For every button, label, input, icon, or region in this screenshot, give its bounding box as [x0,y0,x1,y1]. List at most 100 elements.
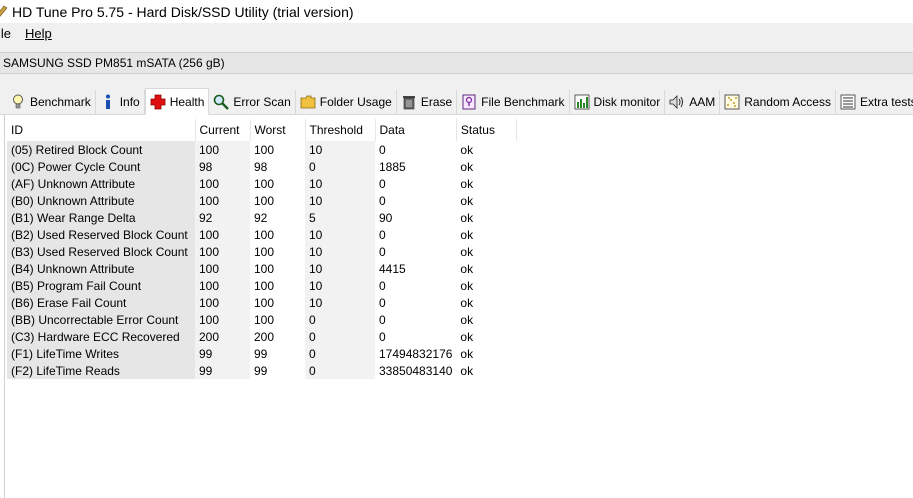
cell-threshold: 5 [305,209,375,226]
cell-id: (B6) Erase Fail Count [7,294,195,311]
cell-threshold: 0 [305,328,375,345]
cell-data: 0 [375,192,457,209]
cell-status: ok [456,328,517,345]
cell-id: (BB) Uncorrectable Error Count [7,311,195,328]
smart-table: ID Current Worst Threshold Data Status (… [7,119,517,379]
cell-data: 0 [375,294,457,311]
tab-label: File Benchmark [481,95,565,109]
table-row[interactable]: (AF) Unknown Attribute 100 100 10 0 ok [7,175,517,192]
table-row[interactable]: (B3) Used Reserved Block Count 100 100 10 0 o… [7,243,517,260]
tab-label: Benchmark [30,95,91,109]
title-bar: HD Tune Pro 5.75 - Hard Disk/SSD Utility… [0,0,913,23]
tab-label: Info [119,95,140,109]
table-row[interactable]: (B1) Wear Range Delta 92 92 5 90 ok [7,209,517,226]
speaker-icon [669,94,685,110]
cell-threshold: 10 [305,243,375,260]
info-icon [100,94,116,110]
tab-label: Disk monitor [593,95,661,109]
cell-worst: 100 [250,243,305,260]
menu-help[interactable]: Help [25,26,60,41]
tab-strip: Benchmark Info Health Error Scan Folder … [0,88,913,115]
tab-folder-usage[interactable]: Folder Usage [296,90,397,114]
tab-label: Erase [420,95,453,109]
menu-bar: ile Help [0,23,913,44]
column-header-current[interactable]: Current [195,119,251,141]
cell-data: 0 [375,175,457,192]
column-header-id[interactable]: ID [7,119,196,141]
cell-current: 100 [195,243,250,260]
tab-error-scan[interactable]: Error Scan [209,90,296,114]
tab-aam[interactable]: AAM [665,90,721,114]
cell-id: (F1) LifeTime Writes [7,345,195,362]
column-header-data[interactable]: Data [375,119,457,141]
cell-data: 4415 [375,260,457,277]
cell-id: (05) Retired Block Count [7,141,195,158]
table-row[interactable]: (B2) Used Reserved Block Count 100 100 10 0 o… [7,226,517,243]
column-header-threshold[interactable]: Threshold [305,119,376,141]
column-header-status[interactable]: Status [456,119,517,141]
cell-worst: 100 [250,192,305,209]
app-icon [0,4,8,20]
cell-current: 99 [195,362,250,379]
tab-health[interactable]: Health [144,88,210,115]
cell-data: 17494832176 [375,345,457,362]
table-row[interactable]: (BB) Uncorrectable Error Count 100 100 0 0 ok [7,311,517,328]
tab-label: Folder Usage [319,95,392,109]
magnifier-icon [213,94,230,110]
column-header-worst[interactable]: Worst [250,119,306,141]
cell-worst: 100 [250,175,305,192]
tab-info[interactable]: Info [96,90,145,114]
cell-data: 33850483140 [375,362,457,379]
cell-threshold: 10 [305,260,375,277]
cell-worst: 100 [250,277,305,294]
tab-label: AAM [689,95,716,109]
file-benchmark-icon [461,94,477,110]
cell-worst: 200 [250,328,305,345]
tab-extra-tests[interactable]: Extra tests [836,90,913,114]
table-row[interactable]: (0C) Power Cycle Count 98 98 0 1885 ok [7,158,517,175]
table-row[interactable]: (B5) Program Fail Count 100 100 10 0 ok [7,277,517,294]
cell-worst: 100 [250,226,305,243]
table-row[interactable]: (B0) Unknown Attribute 100 100 10 0 ok [7,192,517,209]
tab-label: Error Scan [233,95,291,109]
cell-id: (C3) Hardware ECC Recovered [7,328,195,345]
table-row[interactable]: (C3) Hardware ECC Recovered 200 200 0 0 ok [7,328,517,345]
bar-chart-icon [574,94,590,110]
menu-help-label: Help [25,26,52,41]
cell-worst: 100 [250,294,305,311]
cell-id: (B2) Used Reserved Block Count [7,226,195,243]
table-row[interactable]: (F1) LifeTime Writes 99 99 0 17494832176 ok [7,345,517,362]
cell-current: 100 [195,226,250,243]
tab-random-access[interactable]: Random Access [720,90,836,114]
cell-id: (B4) Unknown Attribute [7,260,195,277]
cell-worst: 98 [250,158,305,175]
cell-status: ok [456,226,517,243]
table-row[interactable]: (F2) LifeTime Reads 99 99 0 33850483140 ok [7,362,517,379]
health-cross-icon [150,94,166,110]
table-row[interactable]: (B4) Unknown Attribute 100 100 10 4415 ok [7,260,517,277]
cell-id: (B1) Wear Range Delta [7,209,195,226]
tab-disk-monitor[interactable]: Disk monitor [570,90,666,114]
cell-status: ok [456,141,517,158]
tab-label: Extra tests [859,95,913,109]
cell-current: 100 [195,294,250,311]
cell-threshold: 10 [305,175,375,192]
table-row[interactable]: (05) Retired Block Count 100 100 10 0 ok [7,141,517,158]
cell-id: (B0) Unknown Attribute [7,192,195,209]
cell-status: ok [456,209,517,226]
tab-file-benchmark[interactable]: File Benchmark [457,90,570,114]
menu-file[interactable]: ile [0,26,19,41]
table-row[interactable]: (B6) Erase Fail Count 100 100 10 0 ok [7,294,517,311]
toolbar-area [0,44,913,52]
cell-current: 100 [195,175,250,192]
drive-selector[interactable]: SAMSUNG SSD PM851 mSATA (256 gB) [0,52,913,74]
table-header-row: ID Current Worst Threshold Data Status [7,119,517,141]
cell-data: 0 [375,226,457,243]
tab-erase[interactable]: Erase [397,90,458,114]
cell-status: ok [456,345,517,362]
cell-current: 99 [195,345,250,362]
cell-threshold: 0 [305,362,375,379]
toolbar-spacer [0,74,913,88]
tab-benchmark[interactable]: Benchmark [6,90,96,114]
cell-id: (B3) Used Reserved Block Count [7,243,195,260]
